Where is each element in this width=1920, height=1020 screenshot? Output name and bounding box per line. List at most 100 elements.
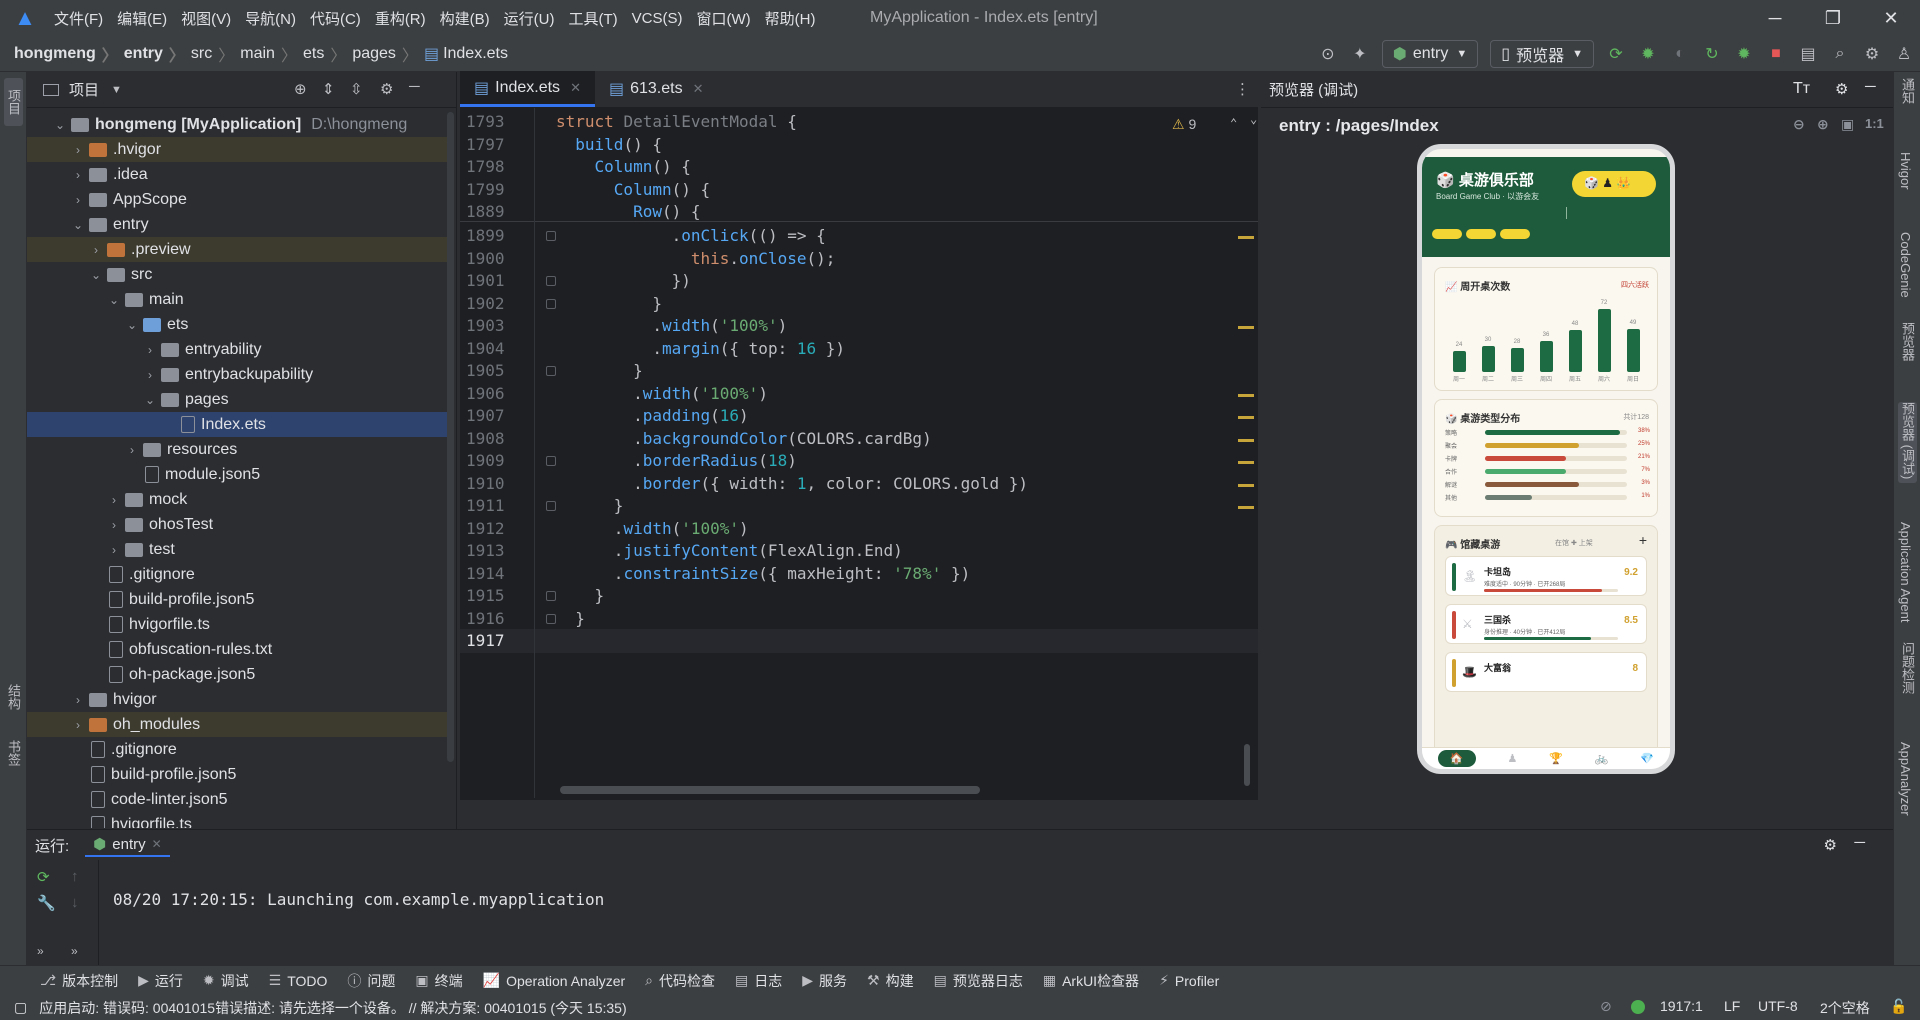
breadcrumb-item[interactable]: main 〉 [240,42,303,66]
chevron-right-icon[interactable]: › [105,493,123,507]
menu-item-2[interactable]: 视图(V) [181,8,231,29]
target-icon[interactable]: ⊙ [1312,40,1344,68]
menu-item-10[interactable]: 窗口(W) [696,8,750,29]
chevron-down-icon[interactable]: ⌄ [141,393,159,407]
tree-item[interactable]: ⌄ entry [27,212,447,237]
tool-window-11[interactable]: ▤ 预览器日志 [934,971,1023,991]
collapse-all-icon[interactable]: ⇳ [350,80,363,98]
tree-item[interactable]: hvigorfile.ts [27,812,447,828]
chip[interactable] [1466,229,1496,239]
code-line[interactable]: .width('100%') [556,519,749,538]
profile-icon[interactable]: ✹ [1728,40,1760,68]
tree-item[interactable]: build-profile.json5 [27,587,447,612]
chevron-right-icon[interactable]: › [105,543,123,557]
app-tab-3[interactable]: 🚲 [1595,752,1609,765]
tree-item[interactable]: › resources [27,437,447,462]
code-line[interactable]: .borderRadius(18) [556,451,797,470]
horizontal-scrollbar[interactable] [560,786,980,794]
chevron-right-icon[interactable]: › [69,168,87,182]
chevron-right-icon[interactable]: › [69,693,87,707]
tree-item[interactable]: › test [27,537,447,562]
game-item[interactable]: 🏝 卡坦岛 难度适中 · 90分钟 · 已开268局 9.2 [1445,556,1647,596]
one-to-one-icon[interactable]: 1:1 [1865,116,1884,131]
menu-item-7[interactable]: 运行(U) [504,8,555,29]
fold-marker-icon[interactable] [546,613,556,624]
right-tool-6[interactable]: 问题检测 [1898,642,1917,698]
breadcrumb-item[interactable]: src 〉 [191,42,240,66]
code-line[interactable]: } [556,586,605,605]
code-line[interactable]: Column() { [556,180,710,199]
app-tab-4[interactable]: 💎 [1640,752,1654,765]
chart-bar[interactable] [1627,329,1640,372]
right-tool-3[interactable]: 预览器 [1898,322,1917,365]
run-settings-icon[interactable]: ⚙ [1824,836,1837,854]
tool-window-6[interactable]: 📈 Operation Analyzer [483,972,626,989]
code-line[interactable]: build() { [556,135,662,154]
tree-item[interactable]: › ohosTest [27,512,447,537]
tree-item[interactable]: .gitignore [27,737,447,762]
device-select[interactable]: ▯ 预览器 ▼ [1490,40,1594,68]
chevron-right-icon[interactable]: › [141,368,159,382]
tree-item[interactable]: ⌄ pages [27,387,447,412]
right-tool-1[interactable]: Hvigor [1898,152,1913,194]
code-line[interactable]: .backgroundColor(COLORS.cardBg) [556,429,932,448]
chevron-down-icon[interactable]: ⌄ [87,268,105,282]
tab-613-ets[interactable]: ▤ 613.ets ✕ [595,71,718,107]
chevron-right-icon[interactable]: › [105,518,123,532]
locate-icon[interactable]: ⊕ [294,80,307,98]
arrow-up-icon[interactable]: ↑ [71,868,79,885]
chevron-right-icon[interactable]: › [69,718,87,732]
warning-stripe-mark[interactable] [1238,416,1254,419]
tree-item[interactable]: Index.ets [27,412,447,437]
breadcrumb-item[interactable]: entry 〉 [124,42,191,66]
warning-stripe-mark[interactable] [1238,326,1254,329]
warning-stripe-mark[interactable] [1238,393,1254,397]
breadcrumb-item[interactable]: hongmeng 〉 [14,42,124,66]
tool-window-7[interactable]: ⌕ 代码检查 [645,971,715,991]
tree-item[interactable]: › hvigor [27,687,447,712]
tool-window-12[interactable]: ▦ ArkUI检查器 [1043,971,1139,991]
chevron-right-icon[interactable]: › [123,443,141,457]
apply-changes-icon[interactable]: ↻ [1696,40,1728,68]
chevron-right-icon[interactable]: › [141,343,159,357]
close-tab-icon[interactable]: ✕ [570,80,581,96]
code-line[interactable]: .constraintSize({ maxHeight: '78%' }) [556,564,970,583]
fold-marker-icon[interactable] [546,591,556,601]
tree-scrollbar[interactable] [447,112,454,762]
tree-item[interactable]: › mock [27,487,447,512]
device-manager-icon[interactable]: ▤ [1792,40,1824,68]
fold-marker-icon[interactable] [546,298,556,309]
breadcrumb-item[interactable]: ets 〉 [303,42,352,66]
tree-item[interactable]: oh-package.json5 [27,662,447,687]
structure-tool-button[interactable]: 结构 [4,684,23,714]
code-line[interactable]: } [556,496,624,515]
chevron-down-icon[interactable]: ▼ [111,84,122,96]
tool-window-4[interactable]: ⓘ 问题 [347,971,395,991]
code-line[interactable]: .justifyContent(FlexAlign.End) [556,541,903,560]
chevron-down-icon[interactable]: ⌄ [1250,112,1257,126]
tree-item[interactable]: ⌄ main [27,287,447,312]
code-line[interactable]: struct DetailEventModal { [556,112,797,131]
project-panel-title[interactable]: 项目 [69,79,99,100]
add-icon[interactable]: + [1639,532,1647,548]
right-tool-5[interactable]: Application Agent [1898,522,1913,626]
project-tool-button[interactable]: 项目 [4,78,23,126]
chevron-down-icon[interactable]: ⌄ [105,293,123,307]
wrench-icon[interactable]: 🔧 [37,894,56,912]
chart-bar[interactable] [1453,351,1466,372]
tree-item[interactable]: build-profile.json5 [27,762,447,787]
fit-screen-icon[interactable]: ▣ [1841,116,1854,133]
app-tab-0[interactable]: 🏠 [1437,750,1476,767]
warning-stripe-mark[interactable] [1238,506,1254,509]
tool-window-3[interactable]: ☰ TODO [269,972,328,989]
tree-item[interactable]: .gitignore [27,562,447,587]
code-line[interactable]: .border({ width: 1, color: COLORS.gold }… [556,474,1028,493]
game-item[interactable]: 🎩 大富翁 8 [1445,652,1647,692]
fold-marker-icon[interactable] [546,276,556,286]
zoom-in-icon[interactable]: ⊕ [1817,116,1829,133]
rerun-icon[interactable]: ⟳ [1600,40,1632,68]
chevron-down-icon[interactable]: ⌄ [51,118,69,132]
close-icon[interactable]: ✕ [1862,0,1920,36]
menu-item-3[interactable]: 导航(N) [245,8,296,29]
code-line[interactable]: Row() { [556,202,700,221]
